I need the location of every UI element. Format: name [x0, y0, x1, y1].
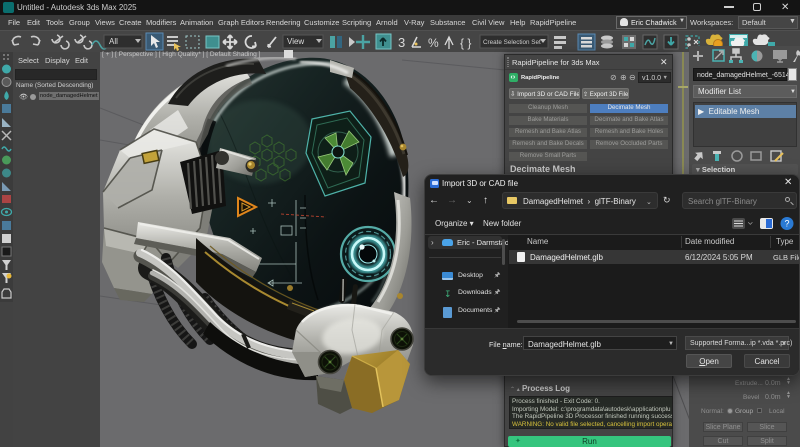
svg-text:Create Selection Set: Create Selection Set	[483, 39, 541, 46]
svg-text:{ }: { }	[460, 36, 471, 50]
svg-text:3: 3	[398, 35, 405, 50]
svg-text:View: View	[287, 37, 304, 46]
svg-text:All: All	[109, 37, 118, 46]
svg-text:%: %	[428, 36, 439, 50]
svg-text:?: ?	[785, 219, 790, 229]
